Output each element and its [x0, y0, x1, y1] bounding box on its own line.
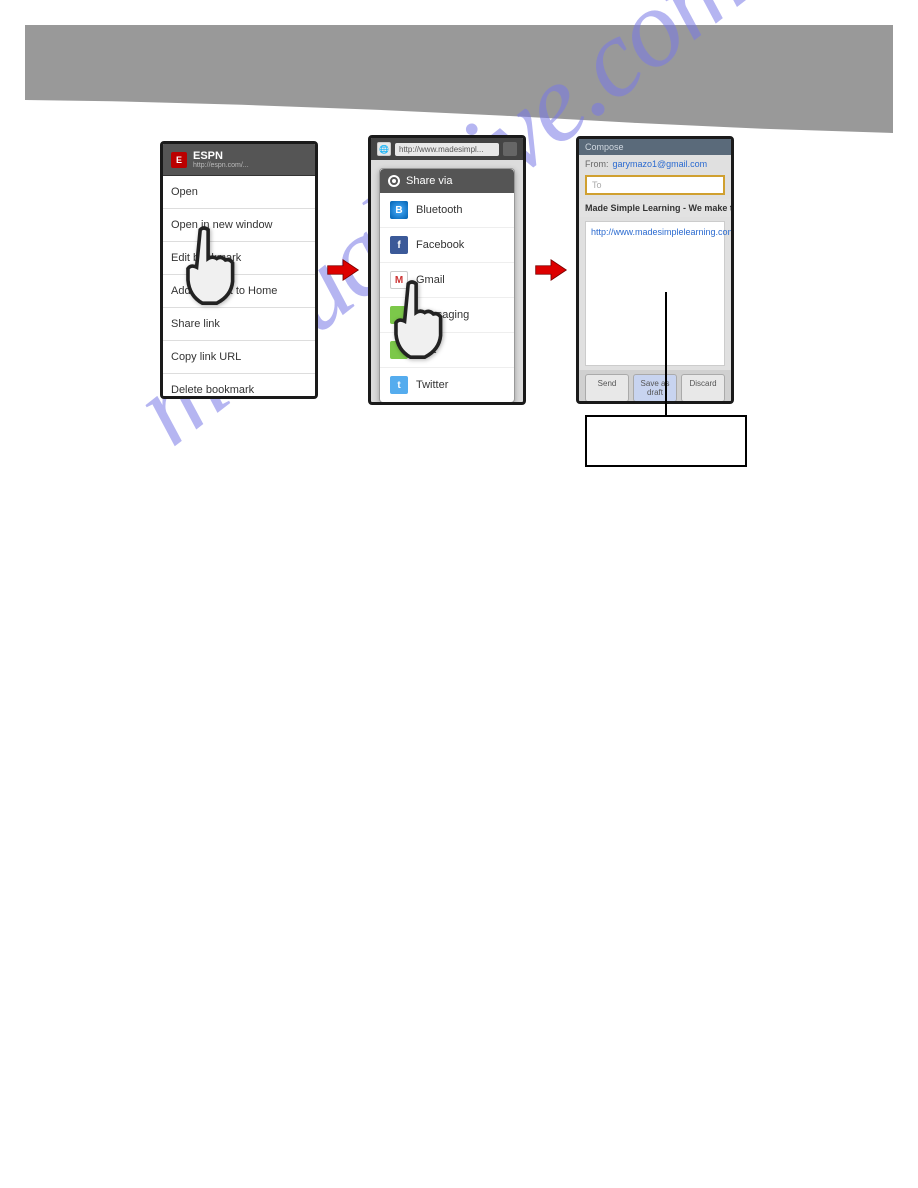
- share-label: Messaging: [416, 309, 469, 321]
- from-label: From:: [585, 159, 609, 169]
- share-item-twitter[interactable]: t Twitter: [380, 368, 514, 402]
- menu-item-open[interactable]: Open: [163, 176, 315, 209]
- bookmark-header: E ESPN http://espn.com/...: [163, 144, 315, 176]
- share-dialog: Share via B Bluetooth f Facebook M Gmail Me…: [379, 168, 515, 403]
- arrow-right-icon: [534, 256, 568, 284]
- save-draft-button[interactable]: Save as draft: [633, 374, 677, 402]
- send-button[interactable]: Send: [585, 374, 629, 402]
- bluetooth-icon: B: [390, 201, 408, 219]
- subject-field[interactable]: Made Simple Learning - We make te: [579, 199, 731, 217]
- share-item-bluetooth[interactable]: B Bluetooth: [380, 193, 514, 228]
- context-menu: Open Open in new window Edit bookmark Ad…: [163, 176, 315, 399]
- bookmark-url: http://espn.com/...: [193, 162, 249, 169]
- to-field[interactable]: To: [585, 175, 725, 195]
- page-header-banner: [25, 25, 893, 100]
- bookmark-icon[interactable]: [503, 142, 517, 156]
- facebook-icon: f: [390, 236, 408, 254]
- share-title: Share via: [406, 175, 452, 187]
- share-circle-icon: [388, 175, 400, 187]
- browser-address-bar: 🌐 http://www.madesimpl...: [371, 138, 523, 160]
- share-item-text[interactable]: Text: [380, 333, 514, 368]
- menu-item-open-new[interactable]: Open in new window: [163, 209, 315, 242]
- bookmark-title: ESPN: [193, 150, 249, 162]
- twitter-icon: t: [390, 376, 408, 394]
- arrow-right-icon: [326, 256, 360, 284]
- discard-button[interactable]: Discard: [681, 374, 725, 402]
- compose-title: Compose: [579, 139, 731, 155]
- screenshot-share-via: 🌐 http://www.madesimpl... Share via B Blu…: [368, 135, 526, 405]
- menu-item-delete[interactable]: Delete bookmark: [163, 374, 315, 399]
- from-row: From: garymazo1@gmail.com: [579, 155, 731, 173]
- screenshot-compose-email: Compose From: garymazo1@gmail.com To Mad…: [576, 136, 734, 404]
- menu-item-edit[interactable]: Edit bookmark: [163, 242, 315, 275]
- share-label: Twitter: [416, 379, 448, 391]
- share-item-facebook[interactable]: f Facebook: [380, 228, 514, 263]
- address-text[interactable]: http://www.madesimpl...: [395, 143, 499, 156]
- menu-item-add-shortcut[interactable]: Add shortcut to Home: [163, 275, 315, 308]
- body-field[interactable]: http://www.madesimplelearning.com/index.…: [585, 221, 725, 366]
- menu-item-copy-url[interactable]: Copy link URL: [163, 341, 315, 374]
- share-label: Bluetooth: [416, 204, 462, 216]
- share-header: Share via: [380, 169, 514, 193]
- callout-leader-line: [665, 292, 667, 417]
- compose-buttons: Send Save as draft Discard: [579, 370, 731, 404]
- menu-item-share-link[interactable]: Share link: [163, 308, 315, 341]
- globe-icon: 🌐: [377, 142, 391, 156]
- gmail-icon: M: [390, 271, 408, 289]
- text-icon: [390, 341, 408, 359]
- figure-row: E ESPN http://espn.com/... Open Open in …: [160, 135, 734, 405]
- share-label: Facebook: [416, 239, 464, 251]
- messaging-icon: [390, 306, 408, 324]
- espn-icon: E: [171, 152, 187, 168]
- share-label: Gmail: [416, 274, 445, 286]
- share-label: Text: [416, 344, 436, 356]
- share-item-gmail[interactable]: M Gmail: [380, 263, 514, 298]
- share-item-messaging[interactable]: Messaging: [380, 298, 514, 333]
- callout-box: [585, 415, 747, 467]
- from-email: garymazo1@gmail.com: [613, 159, 708, 169]
- screenshot-bookmark-menu: E ESPN http://espn.com/... Open Open in …: [160, 141, 318, 399]
